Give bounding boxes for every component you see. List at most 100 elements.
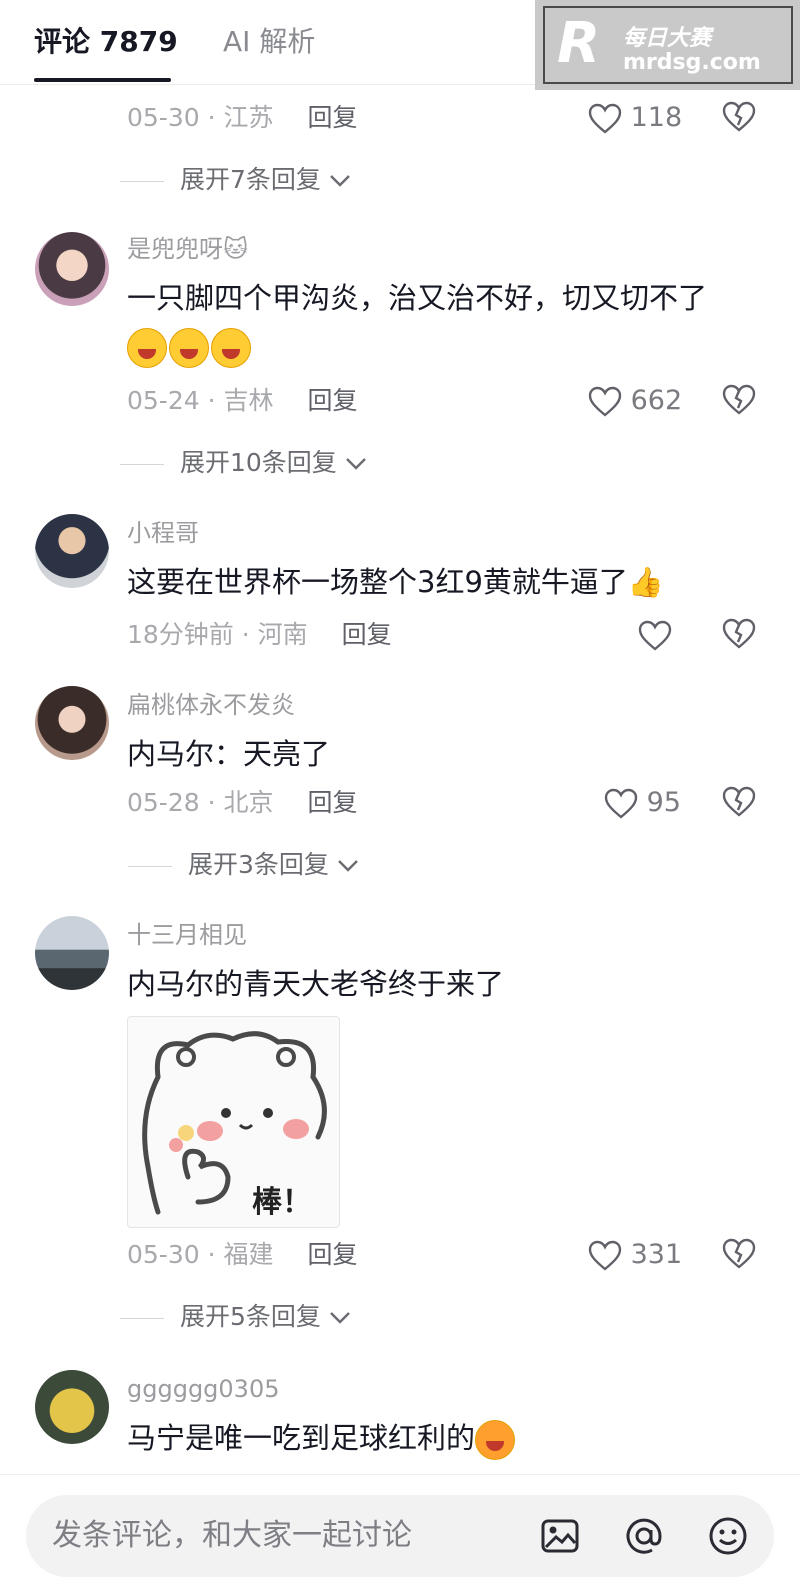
dislike-button[interactable] xyxy=(722,618,756,654)
comment-date: 05-30 xyxy=(127,103,200,132)
active-tab-indicator xyxy=(34,78,171,82)
dislike-button[interactable] xyxy=(722,101,756,137)
comment-region: 福建 xyxy=(223,1240,274,1269)
like-count: 118 xyxy=(630,102,683,133)
comment-meta: 18分钟前 · 河南 回复 xyxy=(127,620,392,649)
chevron-down-icon xyxy=(338,860,358,872)
broken-heart-icon xyxy=(722,1238,756,1269)
expand-replies[interactable]: 展开10条回复 xyxy=(120,446,367,480)
like-button[interactable]: 95 xyxy=(604,786,681,820)
comment-sticker-image[interactable]: 棒！ xyxy=(127,1016,340,1228)
username[interactable]: gggggg0305 xyxy=(127,1374,279,1404)
broken-heart-icon xyxy=(722,618,756,649)
image-button[interactable] xyxy=(540,1516,580,1560)
expand-replies[interactable]: 展开5条回复 xyxy=(120,1300,351,1334)
heart-icon xyxy=(588,386,622,417)
mention-button[interactable] xyxy=(624,1516,664,1560)
kiss-emoji-icon xyxy=(475,1420,516,1460)
laughing-emoji-icon xyxy=(169,328,209,368)
chevron-down-icon xyxy=(330,1312,350,1324)
reply-button[interactable]: 回复 xyxy=(308,788,358,817)
like-button[interactable]: 662 xyxy=(588,384,682,418)
divider-line xyxy=(120,463,164,465)
like-button[interactable] xyxy=(638,618,672,652)
watermark: R 每日大赛 mrdsg.com xyxy=(535,0,800,90)
dislike-button[interactable] xyxy=(722,1238,756,1274)
reply-button[interactable]: 回复 xyxy=(308,386,358,415)
heart-icon xyxy=(604,788,638,819)
comment-emoji-line: 😂😂😂 xyxy=(127,326,253,368)
expand-label: 展开5条回复 xyxy=(180,1302,321,1331)
comment-date: 05-28 xyxy=(127,788,200,817)
broken-heart-icon xyxy=(722,786,756,817)
image-icon xyxy=(541,1519,579,1553)
expand-replies[interactable]: 展开7条回复 xyxy=(120,163,351,197)
smile-icon xyxy=(709,1517,747,1555)
reply-button[interactable]: 回复 xyxy=(308,1240,358,1269)
like-button[interactable]: 118 xyxy=(588,101,682,135)
comment-input-placeholder: 发条评论，和大家一起讨论 xyxy=(52,1518,412,1553)
avatar[interactable] xyxy=(35,514,109,588)
comment-date: 05-24 xyxy=(127,386,200,415)
avatar[interactable] xyxy=(35,232,109,306)
comment-meta: 05-30 · 福建 回复 xyxy=(127,1240,358,1269)
like-count: 331 xyxy=(630,1239,683,1270)
comment-region: 江苏 xyxy=(223,103,274,132)
laughing-emoji-icon xyxy=(211,328,251,368)
username[interactable]: 是兜兜呀🐱 xyxy=(127,234,248,264)
username[interactable]: 十三月相见 xyxy=(127,920,247,950)
heart-icon xyxy=(638,620,672,651)
watermark-url: mrdsg.com xyxy=(623,50,761,75)
comment-date: 05-30 xyxy=(127,1240,200,1269)
tab-ai-analysis[interactable]: AI 解析 xyxy=(223,22,315,62)
comment-region: 北京 xyxy=(223,788,274,817)
chevron-down-icon xyxy=(345,458,366,470)
username[interactable]: 小程哥 xyxy=(127,518,199,548)
heart-icon xyxy=(588,1240,622,1271)
comment-text: 这要在世界杯一场整个3红9黄就牛逼了👍 xyxy=(127,565,665,599)
watermark-logo: R xyxy=(557,11,601,76)
like-button[interactable]: 331 xyxy=(588,1238,682,1272)
watermark-name: 每日大赛 xyxy=(623,26,712,51)
avatar[interactable] xyxy=(35,686,109,760)
watermark-frame: R 每日大赛 mrdsg.com xyxy=(543,6,793,84)
comment-meta: 05-28 · 北京 回复 xyxy=(127,788,358,817)
sticker-caption: 棒！ xyxy=(252,1185,312,1220)
comment-text-body: 马宁是唯一吃到足球红利的 xyxy=(127,1421,476,1455)
divider-line xyxy=(120,1317,164,1319)
avatar[interactable] xyxy=(35,1370,109,1444)
comment-region: 吉林 xyxy=(223,386,274,415)
divider-line xyxy=(120,180,164,182)
comment-input[interactable]: 发条评论，和大家一起讨论 xyxy=(26,1495,774,1577)
at-icon xyxy=(626,1518,662,1554)
dislike-button[interactable] xyxy=(722,786,756,822)
dislike-button[interactable] xyxy=(722,384,756,420)
chevron-down-icon xyxy=(330,175,350,187)
comment-text: 内马尔的青天大老爷终于来了 xyxy=(127,967,505,1001)
comment-region: 河南 xyxy=(257,620,308,649)
avatar[interactable] xyxy=(35,916,109,990)
expand-label: 展开7条回复 xyxy=(180,165,321,194)
like-count: 95 xyxy=(646,787,681,818)
expand-label: 展开3条回复 xyxy=(188,850,329,879)
heart-icon xyxy=(588,103,622,134)
comment-input-bar: 发条评论，和大家一起讨论 xyxy=(0,1474,800,1595)
expand-label: 展开10条回复 xyxy=(180,448,337,477)
divider-line xyxy=(128,865,172,867)
comment-text: 马宁是唯一吃到足球红利的 xyxy=(127,1418,517,1460)
laughing-emoji-icon xyxy=(127,328,167,368)
comment-meta: 05-30 · 江苏 回复 xyxy=(127,103,358,132)
reply-button[interactable]: 回复 xyxy=(342,620,392,649)
emoji-button[interactable] xyxy=(708,1516,748,1560)
comment-text: 一只脚四个甲沟炎，治又治不好，切又切不了 xyxy=(127,281,708,315)
expand-replies[interactable]: 展开3条回复 xyxy=(128,848,359,882)
reply-button[interactable]: 回复 xyxy=(308,103,358,132)
comment-meta: 05-24 · 吉林 回复 xyxy=(127,386,358,415)
broken-heart-icon xyxy=(722,101,756,132)
username[interactable]: 扁桃体永不发炎 xyxy=(127,690,295,720)
broken-heart-icon xyxy=(722,384,756,415)
comment-text: 内马尔：天亮了 xyxy=(127,737,331,771)
tab-comments[interactable]: 评论 7879 xyxy=(34,22,178,62)
comment-date: 18分钟前 xyxy=(127,620,234,649)
like-count: 662 xyxy=(630,385,683,416)
